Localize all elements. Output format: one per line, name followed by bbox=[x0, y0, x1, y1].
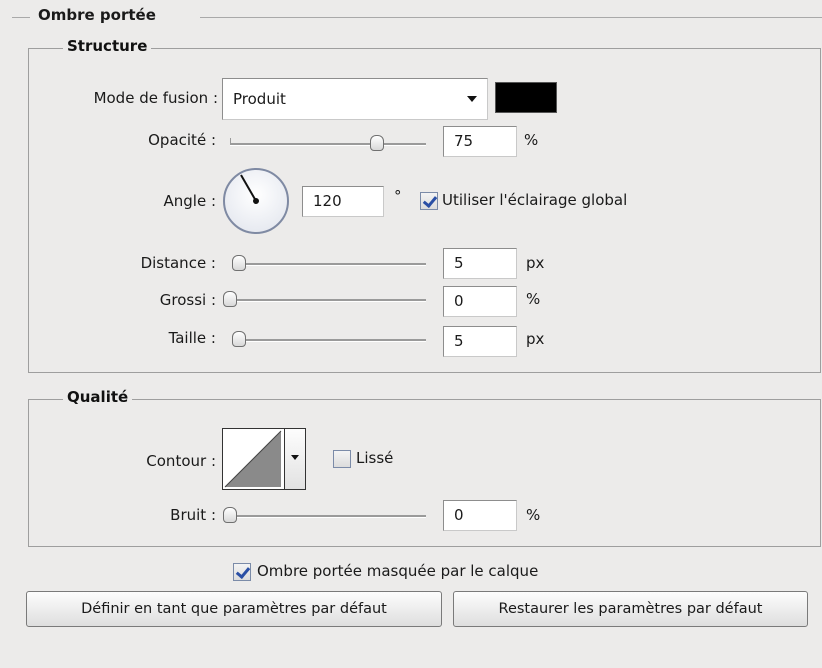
section-title: Ombre portée bbox=[38, 6, 156, 24]
opacity-slider-tick bbox=[230, 138, 231, 144]
contour-label: Contour : bbox=[146, 452, 216, 470]
shadow-color-swatch[interactable] bbox=[495, 82, 557, 113]
use-global-light-label: Utiliser l'éclairage global bbox=[442, 191, 628, 209]
chevron-down-icon bbox=[467, 96, 477, 102]
size-slider-thumb[interactable] bbox=[232, 331, 246, 347]
spread-field[interactable]: 0 bbox=[443, 286, 517, 317]
opacity-slider-track[interactable] bbox=[230, 143, 426, 146]
layer-knockout-label: Ombre portée masquée par le calque bbox=[257, 562, 539, 580]
opacity-slider-thumb[interactable] bbox=[370, 135, 384, 151]
opacity-field[interactable]: 75 bbox=[443, 126, 517, 157]
use-global-light-checkbox[interactable] bbox=[420, 192, 438, 210]
distance-label: Distance : bbox=[140, 254, 216, 272]
size-slider-track[interactable] bbox=[232, 339, 426, 342]
noise-field[interactable]: 0 bbox=[443, 500, 517, 531]
quality-title: Qualité bbox=[63, 388, 133, 406]
noise-label: Bruit : bbox=[170, 506, 216, 524]
distance-unit: px bbox=[526, 254, 545, 272]
reset-default-button[interactable]: Restaurer les paramètres par défaut bbox=[453, 591, 808, 627]
size-unit: px bbox=[526, 330, 545, 348]
noise-unit: % bbox=[526, 506, 541, 524]
angle-label: Angle : bbox=[163, 192, 216, 210]
spread-slider-thumb[interactable] bbox=[223, 291, 237, 307]
spread-unit: % bbox=[526, 290, 541, 308]
distance-field[interactable]: 5 bbox=[443, 248, 517, 279]
section-rule-right bbox=[200, 17, 822, 18]
distance-slider-thumb[interactable] bbox=[232, 255, 246, 271]
distance-slider-track[interactable] bbox=[232, 263, 426, 266]
set-default-button[interactable]: Définir en tant que paramètres par défau… bbox=[26, 591, 442, 627]
chevron-down-icon bbox=[291, 455, 299, 460]
noise-slider-thumb[interactable] bbox=[223, 507, 237, 523]
antialias-checkbox[interactable] bbox=[333, 450, 351, 468]
spread-label: Grossi : bbox=[159, 291, 216, 309]
angle-unit: ° bbox=[394, 187, 402, 205]
contour-picker[interactable] bbox=[222, 428, 306, 490]
opacity-unit: % bbox=[524, 131, 539, 149]
quality-group bbox=[28, 399, 821, 547]
contour-preview-icon bbox=[224, 430, 282, 488]
noise-slider-track[interactable] bbox=[226, 515, 426, 518]
section-rule-left bbox=[12, 17, 30, 18]
angle-field[interactable]: 120 bbox=[302, 186, 384, 217]
spread-slider-track[interactable] bbox=[226, 299, 426, 302]
opacity-label: Opacité : bbox=[148, 131, 216, 149]
angle-dial[interactable] bbox=[221, 166, 291, 236]
structure-title: Structure bbox=[63, 37, 152, 55]
blend-mode-select[interactable]: Produit bbox=[222, 78, 488, 120]
blend-mode-value: Produit bbox=[233, 90, 286, 108]
size-label: Taille : bbox=[168, 329, 216, 347]
contour-dropdown-button[interactable] bbox=[284, 429, 305, 489]
antialias-label: Lissé bbox=[356, 449, 394, 467]
layer-knockout-checkbox[interactable] bbox=[233, 563, 251, 581]
size-field[interactable]: 5 bbox=[443, 326, 517, 357]
blend-mode-label: Mode de fusion : bbox=[93, 89, 218, 107]
